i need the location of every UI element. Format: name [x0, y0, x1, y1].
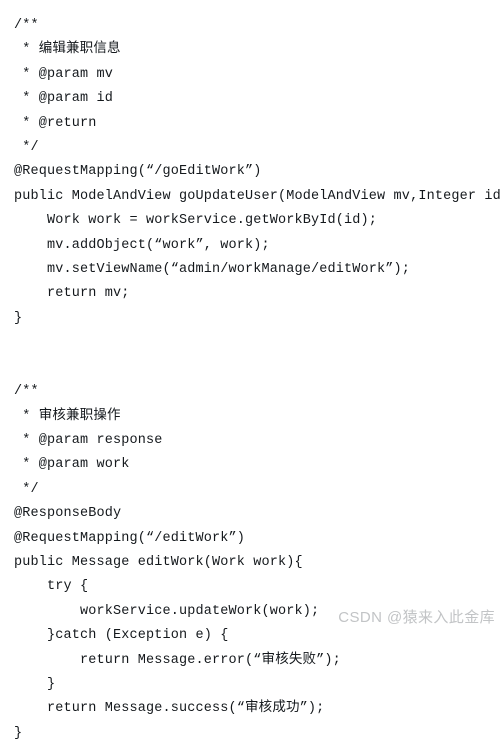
code-line: /**: [14, 384, 39, 400]
code-line: * @param response: [14, 432, 163, 448]
code-line: Work work = workService.getWorkById(id);: [14, 213, 378, 229]
java-code-block: /** * 编辑兼职信息 * @param mv * @param id * @…: [0, 0, 503, 746]
code-line: * @return: [14, 115, 97, 131]
code-line: @RequestMapping(“/editWork”): [14, 530, 246, 546]
code-line: */: [14, 481, 39, 497]
csdn-watermark: CSDN @猿来入此金库: [338, 609, 495, 626]
code-line: return mv;: [14, 286, 130, 302]
code-line: }: [14, 725, 23, 741]
code-line: mv.setViewName(“admin/workManage/editWor…: [14, 262, 411, 278]
code-line: return Message.error(“审核失败”);: [14, 652, 341, 668]
code-line: * @param id: [14, 91, 114, 107]
code-line: * 编辑兼职信息: [14, 42, 121, 58]
code-line: * 审核兼职操作: [14, 408, 121, 424]
code-line: /**: [14, 18, 39, 33]
code-line: }: [14, 676, 56, 692]
code-line: */: [14, 140, 39, 156]
code-line: public ModelAndView goUpdateUser(ModelAn…: [14, 188, 503, 204]
code-line: @RequestMapping(“/goEditWork”): [14, 164, 262, 180]
code-line: mv.addObject(“work”, work);: [14, 237, 270, 253]
code-snippet-figure: /** * 编辑兼职信息 * @param mv * @param id * @…: [0, 0, 503, 741]
code-line: }: [14, 310, 23, 326]
code-line: @ResponseBody: [14, 506, 122, 522]
code-line: public Message editWork(Work work){: [14, 554, 303, 570]
code-line: try {: [14, 579, 89, 595]
code-line: return Message.success(“审核成功”);: [14, 701, 325, 717]
code-line: * @param work: [14, 457, 130, 473]
code-line: * @param mv: [14, 66, 114, 82]
